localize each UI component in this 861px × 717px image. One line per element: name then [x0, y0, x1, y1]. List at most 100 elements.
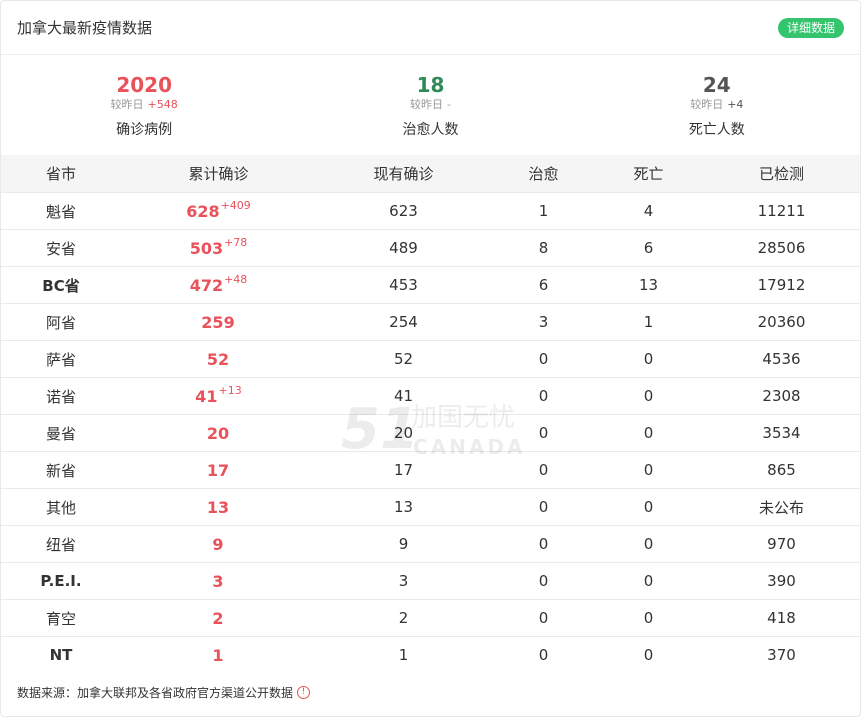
table-row[interactable]: 魁省 628+409 623 1 4 11211 [1, 192, 860, 230]
cell-tested: 2308 [701, 377, 860, 415]
stat-delta: 较昨日 +4 [574, 97, 860, 113]
cell-province: 纽省 [1, 525, 121, 563]
table-row[interactable]: 新省 17 17 0 0 865 [1, 451, 860, 489]
cell-deaths: 0 [596, 414, 701, 452]
stat-deaths: 24 较昨日 +4 死亡人数 [574, 73, 860, 153]
cell-confirmed: 13 [121, 488, 316, 526]
confirmed-increase: +409 [220, 198, 251, 212]
province-table: 省市 累计确诊 现有确诊 治愈 死亡 已检测 魁省 628+409 623 1 4 112… [1, 155, 860, 673]
confirmed-value: 13 [206, 497, 230, 517]
table-row[interactable]: BC省 472+48 453 6 13 17912 [1, 266, 860, 304]
cell-province: 魁省 [1, 192, 121, 230]
cell-deaths: 0 [596, 599, 701, 637]
confirmed-value: 259 [201, 312, 235, 332]
cell-deaths: 0 [596, 377, 701, 415]
table-row[interactable]: NT 1 1 0 0 370 [1, 636, 860, 673]
confirmed-value: 3 [212, 571, 224, 591]
stat-value: 2020 [116, 73, 172, 97]
stat-delta: 较昨日 - [287, 97, 573, 113]
cell-deaths: 0 [596, 562, 701, 600]
cell-cured: 0 [491, 599, 596, 637]
cell-tested: 17912 [701, 266, 860, 304]
cell-current: 453 [316, 266, 491, 304]
summary-stats: 2020 较昨日 +548 确诊病例 18 较昨日 - 治愈人数 24 较昨日 +4 … [1, 55, 860, 153]
col-header-province[interactable]: 省市 [1, 155, 121, 193]
confirmed-value: 17 [206, 460, 230, 480]
cell-province: NT [1, 636, 121, 673]
detail-data-button[interactable]: 详细数据 [777, 17, 844, 38]
cell-cured: 0 [491, 488, 596, 526]
table-row[interactable]: 阿省 259 254 3 1 20360 [1, 303, 860, 341]
cell-province: 育空 [1, 599, 121, 637]
cell-tested: 20360 [701, 303, 860, 341]
cell-current: 17 [316, 451, 491, 489]
cell-province: 其他 [1, 488, 121, 526]
col-header-deaths[interactable]: 死亡 [596, 155, 701, 193]
stat-value: 24 [702, 73, 731, 97]
cell-confirmed: 472+48 [121, 266, 316, 304]
confirmed-value: 2 [212, 608, 224, 628]
cell-confirmed: 259 [121, 303, 316, 341]
cell-tested: 390 [701, 562, 860, 600]
cell-confirmed: 1 [121, 636, 316, 673]
cell-cured: 0 [491, 377, 596, 415]
table-row[interactable]: 安省 503+78 489 8 6 28506 [1, 229, 860, 267]
table-row[interactable]: 萨省 52 52 0 0 4536 [1, 340, 860, 378]
cell-cured: 0 [491, 451, 596, 489]
confirmed-value: 472 [189, 275, 224, 295]
confirmed-value: 503 [189, 238, 224, 258]
delta-label: 较昨日 [110, 98, 144, 111]
cell-province: 萨省 [1, 340, 121, 378]
card-title: 加拿大最新疫情数据 [17, 19, 153, 37]
cell-confirmed: 503+78 [121, 229, 316, 267]
cell-current: 13 [316, 488, 491, 526]
stat-label: 死亡人数 [688, 122, 745, 138]
table-row[interactable]: 曼省 20 20 0 0 3534 [1, 414, 860, 452]
table-row[interactable]: P.E.I. 3 3 0 0 390 [1, 562, 860, 600]
stat-label: 治愈人数 [402, 122, 459, 138]
cell-current: 52 [316, 340, 491, 378]
stat-value: 18 [416, 73, 445, 97]
table-row[interactable]: 其他 13 13 0 0 未公布 [1, 488, 860, 526]
cell-tested: 865 [701, 451, 860, 489]
cell-current: 623 [316, 192, 491, 230]
cell-deaths: 0 [596, 636, 701, 673]
cell-province: 诺省 [1, 377, 121, 415]
col-header-confirmed[interactable]: 累计确诊 [121, 155, 316, 193]
table-row[interactable]: 纽省 9 9 0 0 970 [1, 525, 860, 563]
col-header-tested[interactable]: 已检测 [701, 155, 860, 193]
table-row[interactable]: 诺省 41+13 41 0 0 2308 [1, 377, 860, 415]
cell-confirmed: 2 [121, 599, 316, 637]
confirmed-increase: +78 [224, 235, 248, 249]
info-icon[interactable]: ! [297, 686, 311, 699]
confirmed-increase: +13 [218, 383, 242, 397]
cell-current: 489 [316, 229, 491, 267]
cell-cured: 8 [491, 229, 596, 267]
confirmed-increase: +48 [224, 272, 248, 286]
confirmed-value: 1 [212, 645, 224, 665]
delta-value: +548 [147, 98, 178, 111]
cell-current: 1 [316, 636, 491, 673]
table-header-row: 省市 累计确诊 现有确诊 治愈 死亡 已检测 [1, 155, 860, 193]
cell-tested: 4536 [701, 340, 860, 378]
cell-province: 新省 [1, 451, 121, 489]
cell-confirmed: 17 [121, 451, 316, 489]
col-header-cured[interactable]: 治愈 [491, 155, 596, 193]
cell-cured: 0 [491, 636, 596, 673]
cell-tested: 11211 [701, 192, 860, 230]
cell-confirmed: 52 [121, 340, 316, 378]
cell-deaths: 1 [596, 303, 701, 341]
cell-current: 20 [316, 414, 491, 452]
cell-current: 41 [316, 377, 491, 415]
cell-province: 阿省 [1, 303, 121, 341]
cell-confirmed: 9 [121, 525, 316, 563]
card-header: 加拿大最新疫情数据 详细数据 [1, 1, 860, 55]
source-text: 数据来源：加拿大联邦及各省政府官方渠道公开数据 [17, 686, 294, 700]
cell-tested: 970 [701, 525, 860, 563]
table-row[interactable]: 育空 2 2 0 0 418 [1, 599, 860, 637]
stat-label: 确诊病例 [116, 122, 173, 138]
cell-deaths: 0 [596, 488, 701, 526]
cell-deaths: 4 [596, 192, 701, 230]
col-header-current[interactable]: 现有确诊 [316, 155, 491, 193]
cell-cured: 0 [491, 562, 596, 600]
